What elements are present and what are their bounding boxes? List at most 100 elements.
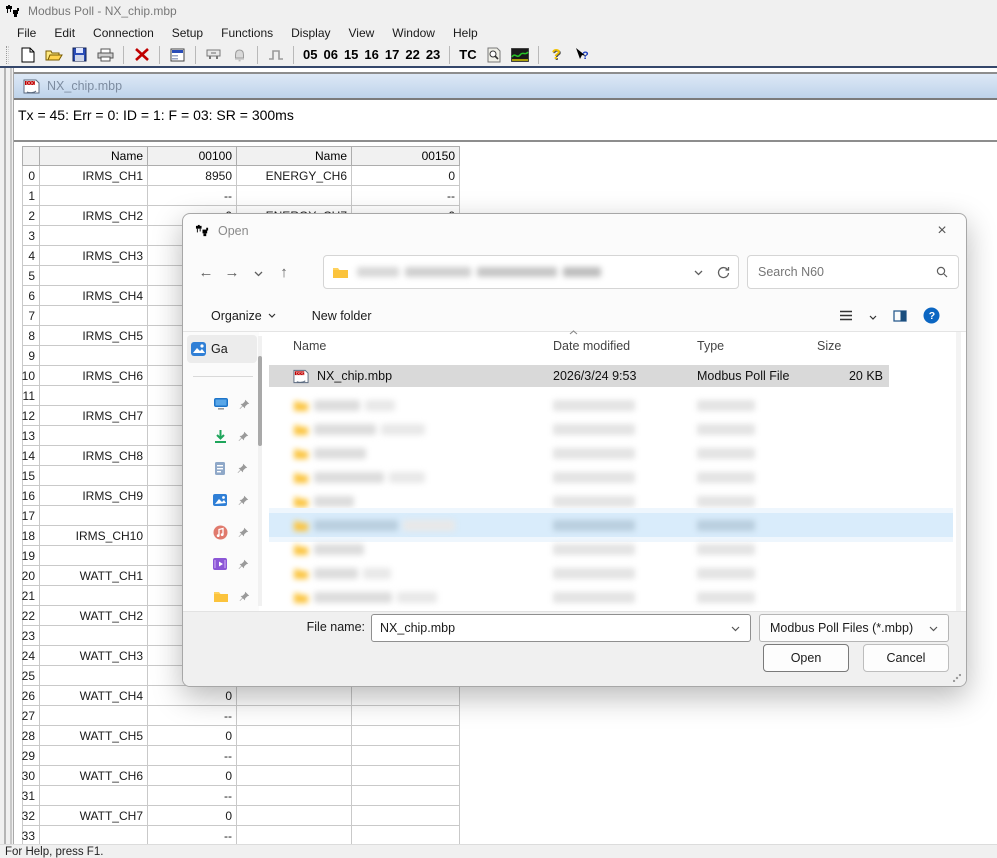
alarm-icon[interactable] bbox=[228, 44, 251, 65]
print-icon[interactable] bbox=[94, 44, 117, 65]
grid-cell[interactable] bbox=[237, 726, 352, 746]
row-number-cell[interactable]: 19 bbox=[22, 546, 40, 566]
menu-item-view[interactable]: View bbox=[340, 24, 384, 42]
menu-item-window[interactable]: Window bbox=[383, 24, 444, 42]
grid-cell[interactable] bbox=[40, 706, 148, 726]
grid-cell[interactable] bbox=[40, 466, 148, 486]
grid-cell[interactable]: -- bbox=[148, 786, 237, 806]
cancel-button[interactable]: Cancel bbox=[863, 644, 949, 672]
function-code-16-button[interactable]: 16 bbox=[361, 47, 381, 62]
menu-item-display[interactable]: Display bbox=[282, 24, 339, 42]
row-number-cell[interactable]: 23 bbox=[22, 626, 40, 646]
file-row-redacted[interactable] bbox=[269, 441, 889, 465]
search-input[interactable]: Search N60 bbox=[747, 255, 959, 289]
table-row[interactable]: 30WATT_CH60 bbox=[22, 766, 460, 786]
column-size[interactable]: Size bbox=[817, 339, 841, 353]
grid-header-cell[interactable]: 00100 bbox=[148, 146, 237, 166]
open-button[interactable]: Open bbox=[763, 644, 849, 672]
preview-pane-icon[interactable] bbox=[893, 310, 907, 322]
grid-cell[interactable]: IRMS_CH7 bbox=[40, 406, 148, 426]
function-code-15-button[interactable]: 15 bbox=[341, 47, 361, 62]
file-list-scrollbar[interactable] bbox=[956, 332, 961, 611]
grid-cell[interactable]: 0 bbox=[148, 806, 237, 826]
grid-cell[interactable] bbox=[352, 726, 460, 746]
menu-item-help[interactable]: Help bbox=[444, 24, 487, 42]
column-name[interactable]: Name bbox=[293, 339, 326, 353]
table-row[interactable]: 29 -- bbox=[22, 746, 460, 766]
menu-item-file[interactable]: File bbox=[8, 24, 45, 42]
open-dialog-titlebar[interactable]: Open × bbox=[183, 214, 966, 248]
row-number-cell[interactable]: 1 bbox=[22, 186, 40, 206]
row-number-cell[interactable]: 8 bbox=[22, 326, 40, 346]
grid-cell[interactable]: WATT_CH5 bbox=[40, 726, 148, 746]
file-row-redacted[interactable] bbox=[269, 465, 889, 489]
grid-cell[interactable] bbox=[40, 506, 148, 526]
grid-cell[interactable] bbox=[40, 786, 148, 806]
row-number-cell[interactable]: 12 bbox=[22, 406, 40, 426]
organize-button[interactable]: Organize bbox=[211, 309, 276, 323]
chart-icon[interactable] bbox=[509, 44, 532, 65]
file-row-redacted[interactable] bbox=[269, 393, 889, 417]
sidebar-item-folder[interactable] bbox=[183, 584, 259, 608]
grid-cell[interactable]: WATT_CH3 bbox=[40, 646, 148, 666]
file-type-chevron-icon[interactable] bbox=[929, 621, 938, 635]
grid-cell[interactable] bbox=[352, 826, 460, 846]
setup-window-icon[interactable] bbox=[166, 44, 189, 65]
sidebar-item-videos[interactable] bbox=[183, 552, 259, 576]
sidebar-item-pictures[interactable] bbox=[183, 488, 259, 512]
row-number-cell[interactable]: 9 bbox=[22, 346, 40, 366]
grid-cell[interactable] bbox=[237, 806, 352, 826]
row-number-cell[interactable]: 20 bbox=[22, 566, 40, 586]
grid-cell[interactable] bbox=[352, 766, 460, 786]
table-row[interactable]: 31-- bbox=[22, 786, 460, 806]
column-type[interactable]: Type bbox=[697, 339, 724, 353]
file-type-select[interactable]: Modbus Poll Files (*.mbp) bbox=[759, 614, 949, 642]
row-number-cell[interactable]: 22 bbox=[22, 606, 40, 626]
back-icon[interactable]: ← bbox=[193, 264, 219, 281]
row-number-cell[interactable]: 28 bbox=[22, 726, 40, 746]
grid-cell[interactable]: IRMS_CH10 bbox=[40, 526, 148, 546]
row-number-cell[interactable]: 27 bbox=[22, 706, 40, 726]
grid-cell[interactable] bbox=[352, 686, 460, 706]
row-number-cell[interactable]: 2 bbox=[22, 206, 40, 226]
help-icon[interactable]: ? bbox=[545, 44, 568, 65]
grid-cell[interactable]: 0 bbox=[148, 686, 237, 706]
new-folder-button[interactable]: New folder bbox=[312, 309, 372, 323]
connection-icon[interactable] bbox=[202, 44, 225, 65]
grid-cell[interactable]: -- bbox=[148, 706, 237, 726]
sidebar-scrollbar-thumb[interactable] bbox=[258, 356, 262, 446]
grid-cell[interactable]: -- bbox=[148, 746, 237, 766]
close-icon[interactable]: × bbox=[932, 221, 952, 241]
grid-cell[interactable] bbox=[352, 806, 460, 826]
grid-cell[interactable]: WATT_CH6 bbox=[40, 766, 148, 786]
help-circle-icon[interactable]: ? bbox=[923, 307, 940, 324]
row-number-cell[interactable]: 29 bbox=[22, 746, 40, 766]
file-row-selected[interactable]: DOC NX_chip.mbp 2026/3/24 9:53 Modbus Po… bbox=[269, 365, 889, 387]
row-number-cell[interactable]: 17 bbox=[22, 506, 40, 526]
menu-item-setup[interactable]: Setup bbox=[163, 24, 212, 42]
row-number-cell[interactable]: 5 bbox=[22, 266, 40, 286]
grid-cell[interactable] bbox=[40, 186, 148, 206]
grid-cell[interactable]: -- bbox=[352, 186, 460, 206]
address-bar[interactable] bbox=[323, 255, 739, 289]
zoom-document-icon[interactable] bbox=[483, 44, 506, 65]
grid-cell[interactable] bbox=[237, 746, 352, 766]
file-row-redacted[interactable] bbox=[269, 561, 889, 585]
pulse-icon[interactable] bbox=[264, 44, 287, 65]
row-number-cell[interactable]: 0 bbox=[22, 166, 40, 186]
grid-cell[interactable]: IRMS_CH8 bbox=[40, 446, 148, 466]
file-name-input[interactable]: NX_chip.mbp bbox=[371, 614, 751, 642]
grid-cell[interactable]: IRMS_CH2 bbox=[40, 206, 148, 226]
file-name-chevron-icon[interactable] bbox=[731, 621, 740, 635]
grid-cell[interactable] bbox=[237, 766, 352, 786]
grid-cell[interactable]: 0 bbox=[148, 726, 237, 746]
grid-cell[interactable] bbox=[237, 706, 352, 726]
sidebar-item-desktop[interactable] bbox=[183, 392, 259, 416]
grid-cell[interactable]: 0 bbox=[352, 166, 460, 186]
row-number-cell[interactable]: 18 bbox=[22, 526, 40, 546]
grid-cell[interactable] bbox=[237, 786, 352, 806]
grid-cell[interactable]: IRMS_CH1 bbox=[40, 166, 148, 186]
refresh-icon[interactable] bbox=[717, 266, 730, 279]
grid-cell[interactable]: ENERGY_CH6 bbox=[237, 166, 352, 186]
function-code-17-button[interactable]: 17 bbox=[382, 47, 402, 62]
